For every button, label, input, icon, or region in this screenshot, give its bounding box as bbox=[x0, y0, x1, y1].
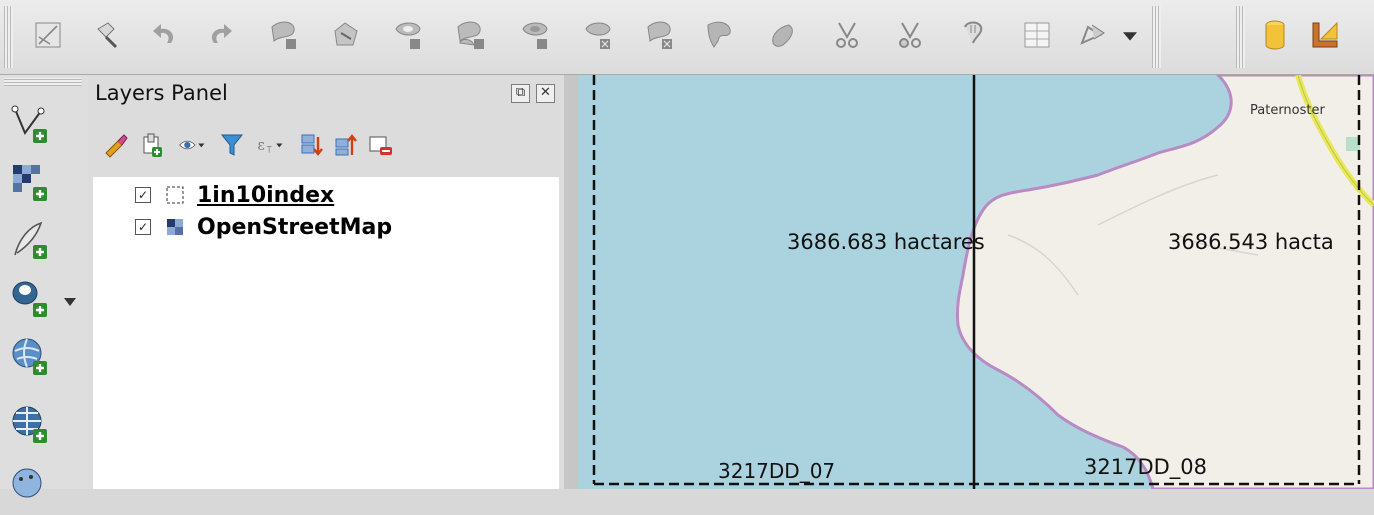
split-features-icon[interactable] bbox=[827, 14, 867, 56]
undo-icon[interactable] bbox=[145, 14, 185, 56]
offset-curve-icon[interactable] bbox=[763, 14, 803, 56]
layer-name: OpenStreetMap bbox=[197, 214, 393, 240]
manage-layers-toolbar bbox=[0, 75, 89, 498]
delete-ring-icon[interactable] bbox=[578, 14, 618, 56]
database-icon[interactable] bbox=[1255, 14, 1295, 56]
layer-name: 1in10index bbox=[197, 182, 335, 208]
layers-panel: Layers Panel ⧉ ✕ ε ✓ 1in10index ✓ OpenSt… bbox=[88, 75, 564, 489]
panel-title: Layers Panel bbox=[95, 81, 228, 105]
map-canvas[interactable]: Paternoster 3686.683 hactares 3686.543 h… bbox=[578, 75, 1374, 489]
layer-item-1in10index[interactable]: ✓ 1in10index bbox=[135, 180, 334, 210]
toolbar-grip[interactable] bbox=[1152, 6, 1161, 68]
close-panel-button[interactable]: ✕ bbox=[536, 84, 555, 103]
redo-icon[interactable] bbox=[200, 14, 240, 56]
remove-layer-icon[interactable] bbox=[364, 125, 396, 165]
vector-polygon-icon bbox=[166, 186, 184, 204]
digitizing-toolbar bbox=[0, 0, 1374, 75]
delete-part-icon[interactable] bbox=[640, 14, 680, 56]
toolbar-grip[interactable] bbox=[4, 78, 82, 86]
add-vector-layer-icon[interactable] bbox=[0, 95, 60, 153]
layer-item-openstreetmap[interactable]: ✓ OpenStreetMap bbox=[135, 212, 392, 242]
osm-basemap bbox=[592, 75, 1374, 489]
style-manager-icon[interactable] bbox=[100, 125, 132, 165]
add-part-icon[interactable] bbox=[450, 14, 490, 56]
svg-text:ε: ε bbox=[258, 138, 265, 154]
layer-visibility-checkbox[interactable]: ✓ bbox=[135, 187, 151, 203]
add-wfs-layer-icon[interactable] bbox=[0, 457, 60, 515]
simplify-feature-icon[interactable] bbox=[325, 14, 365, 56]
digitize-icon[interactable] bbox=[28, 14, 68, 56]
add-wcs-layer-icon[interactable] bbox=[0, 395, 60, 453]
expand-all-icon[interactable] bbox=[296, 125, 328, 165]
merge-features-icon[interactable] bbox=[955, 14, 995, 56]
more-tools-dropdown-icon[interactable] bbox=[1116, 14, 1144, 56]
add-group-icon[interactable] bbox=[136, 125, 168, 165]
toolbar-grip[interactable] bbox=[4, 6, 13, 68]
measure-icon[interactable] bbox=[1305, 14, 1345, 56]
grid-label: 3217DD_07 bbox=[718, 459, 836, 483]
place-label: Paternoster bbox=[1250, 103, 1325, 118]
layer-visibility-checkbox[interactable]: ✓ bbox=[135, 219, 151, 235]
merge-attributes-icon[interactable] bbox=[1017, 14, 1057, 56]
filter-expression-icon[interactable]: ε bbox=[250, 125, 290, 165]
visibility-icon[interactable] bbox=[172, 125, 212, 165]
postgis-dropdown-icon[interactable] bbox=[60, 293, 80, 306]
toolbar-grip[interactable] bbox=[1236, 6, 1245, 68]
fill-ring-icon[interactable] bbox=[515, 14, 555, 56]
panel-splitter[interactable] bbox=[564, 75, 578, 489]
layer-tree: ✓ 1in10index ✓ OpenStreetMap bbox=[93, 177, 559, 489]
add-ring-icon[interactable] bbox=[388, 14, 428, 56]
float-panel-button[interactable]: ⧉ bbox=[511, 84, 530, 103]
add-delimited-text-icon[interactable] bbox=[0, 211, 60, 269]
split-parts-icon[interactable] bbox=[890, 14, 930, 56]
raster-icon bbox=[167, 219, 183, 235]
rotate-feature-icon[interactable] bbox=[264, 14, 304, 56]
add-wms-layer-icon[interactable] bbox=[0, 327, 60, 385]
add-postgis-layer-icon[interactable] bbox=[0, 269, 60, 327]
land-polygon bbox=[956, 75, 1374, 489]
node-tool-icon[interactable] bbox=[1072, 14, 1112, 56]
add-raster-layer-icon[interactable] bbox=[0, 153, 60, 211]
collapse-all-icon[interactable] bbox=[330, 125, 362, 165]
area-label: 3686.683 hactares bbox=[787, 230, 985, 254]
filter-icon[interactable] bbox=[216, 125, 248, 165]
pan-to-selection-icon[interactable] bbox=[88, 14, 128, 56]
area-label: 3686.543 hacta bbox=[1168, 230, 1334, 254]
reshape-icon[interactable] bbox=[700, 14, 740, 56]
grid-label: 3217DD_08 bbox=[1084, 455, 1208, 479]
